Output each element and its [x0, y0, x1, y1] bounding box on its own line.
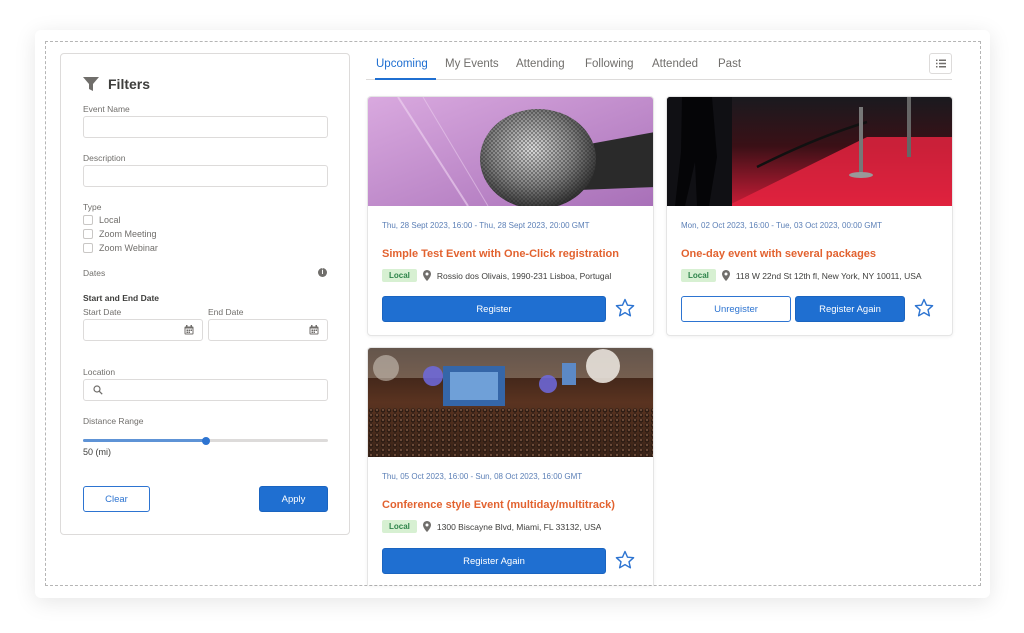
filters-panel: Filters Event Name Description Type Loca… — [60, 53, 350, 535]
list-view-button[interactable] — [929, 53, 952, 74]
event-date: Thu, 28 Sept 2023, 16:00 - Thu, 28 Sept … — [382, 221, 590, 230]
location-pin-icon — [721, 270, 730, 281]
event-name-input[interactable] — [83, 116, 328, 138]
star-icon[interactable] — [615, 298, 635, 318]
event-title[interactable]: Conference style Event (multiday/multitr… — [382, 499, 644, 511]
location-pin-icon — [422, 270, 431, 281]
type-label: Type — [83, 202, 102, 212]
dates-label: Dates — [83, 268, 106, 278]
event-type-badge: Local — [382, 269, 417, 282]
unregister-button[interactable]: Unregister — [681, 296, 791, 322]
filters-title: Filters — [108, 76, 151, 92]
distance-slider[interactable] — [83, 436, 328, 445]
event-address: 1300 Biscayne Blvd, Miami, FL 33132, USA — [436, 521, 602, 532]
tab-upcoming[interactable]: Upcoming — [376, 58, 428, 70]
tab-past[interactable]: Past — [718, 58, 741, 70]
start-date-label: Start Date — [83, 307, 122, 317]
event-title[interactable]: Simple Test Event with One-Click registr… — [382, 248, 644, 260]
info-icon[interactable]: i — [318, 268, 327, 277]
event-image-conference-hall — [368, 348, 653, 457]
type-checkbox-local[interactable]: Local — [83, 215, 121, 225]
event-meta: Local 1300 Biscayne Blvd, Miami, FL 3313… — [382, 520, 646, 533]
event-card[interactable]: Thu, 05 Oct 2023, 16:00 - Sun, 08 Oct 20… — [367, 347, 654, 585]
event-type-badge: Local — [681, 269, 716, 282]
event-image-microphone — [368, 97, 653, 206]
event-card[interactable]: Mon, 02 Oct 2023, 16:00 - Tue, 03 Oct 20… — [666, 96, 953, 336]
event-meta: Local 118 W 22nd St 12th fl, New York, N… — [681, 269, 945, 282]
active-tab-indicator — [375, 78, 436, 80]
event-address: 118 W 22nd St 12th fl, New York, NY 1001… — [735, 270, 922, 281]
event-card[interactable]: Thu, 28 Sept 2023, 16:00 - Thu, 28 Sept … — [367, 96, 654, 336]
event-date: Mon, 02 Oct 2023, 16:00 - Tue, 03 Oct 20… — [681, 221, 883, 230]
checkbox[interactable] — [83, 215, 93, 225]
event-date: Thu, 05 Oct 2023, 16:00 - Sun, 08 Oct 20… — [382, 472, 583, 481]
tab-my-events[interactable]: My Events — [445, 58, 499, 70]
type-checkbox-zoom-meeting[interactable]: Zoom Meeting — [83, 229, 157, 239]
tab-attended[interactable]: Attended — [652, 58, 698, 70]
tab-attending[interactable]: Attending — [516, 58, 565, 70]
search-icon — [93, 385, 103, 395]
calendar-icon[interactable] — [184, 325, 194, 335]
distance-range-label: Distance Range — [83, 416, 144, 426]
event-image-red-carpet — [667, 97, 952, 206]
register-button[interactable]: Register — [382, 296, 606, 322]
start-end-date-label: Start and End Date — [83, 293, 160, 303]
event-title[interactable]: One-day event with several packages — [681, 248, 943, 260]
calendar-icon[interactable] — [309, 325, 319, 335]
star-icon[interactable] — [914, 298, 934, 318]
end-date-input[interactable] — [208, 319, 328, 341]
type-checkbox-zoom-webinar[interactable]: Zoom Webinar — [83, 243, 158, 253]
filter-icon — [83, 76, 99, 91]
description-label: Description — [83, 153, 126, 163]
tab-following[interactable]: Following — [585, 58, 634, 70]
event-tabs: Upcoming My Events Attending Following A… — [366, 53, 952, 80]
end-date-label: End Date — [208, 307, 244, 317]
location-pin-icon — [422, 521, 431, 532]
location-label: Location — [83, 367, 116, 377]
slider-thumb[interactable] — [201, 436, 210, 445]
list-icon — [936, 59, 946, 68]
event-meta: Local Rossio dos Olivais, 1990-231 Lisbo… — [382, 269, 646, 282]
start-date-input[interactable] — [83, 319, 203, 341]
event-address: Rossio dos Olivais, 1990-231 Lisboa, Por… — [436, 270, 612, 281]
slider-fill — [83, 439, 206, 442]
register-again-button[interactable]: Register Again — [795, 296, 905, 322]
star-icon[interactable] — [615, 550, 635, 570]
location-search-input[interactable] — [83, 379, 328, 401]
apply-button[interactable]: Apply — [259, 486, 328, 512]
event-name-label: Event Name — [83, 104, 130, 114]
register-again-button[interactable]: Register Again — [382, 548, 606, 574]
description-input[interactable] — [83, 165, 328, 187]
checkbox[interactable] — [83, 229, 93, 239]
clear-button[interactable]: Clear — [83, 486, 150, 512]
distance-value: 50 (mi) — [83, 447, 112, 457]
event-type-badge: Local — [382, 520, 417, 533]
checkbox[interactable] — [83, 243, 93, 253]
filters-header: Filters — [83, 76, 150, 92]
